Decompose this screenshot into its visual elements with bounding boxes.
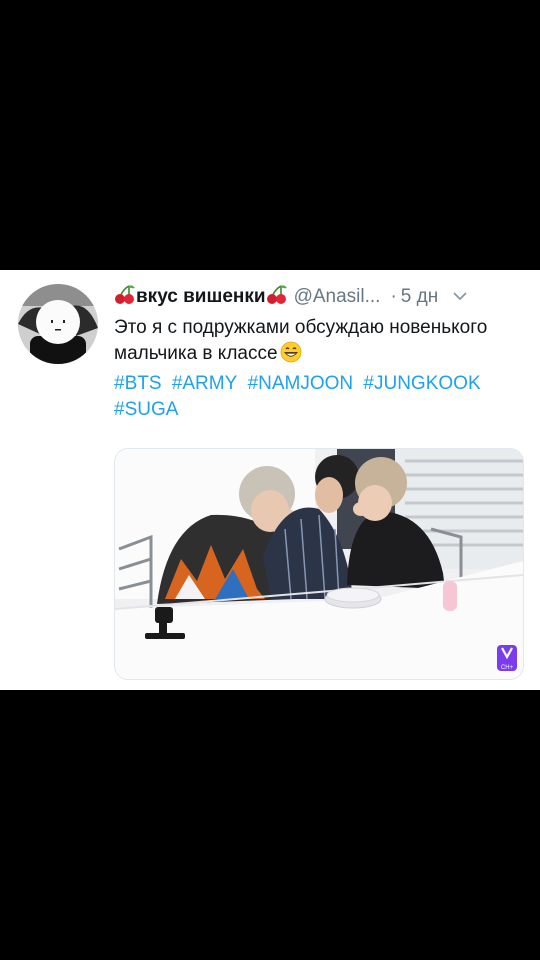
tweet-body: вкус вишенки @Anasil... · 5 дн Это я с п…	[114, 282, 526, 423]
cherry-emoji-icon	[114, 284, 136, 310]
avatar[interactable]	[18, 284, 98, 364]
hashtag-link[interactable]: #ARMY	[172, 373, 237, 394]
hashtag-link[interactable]: #JUNGKOOK	[363, 373, 480, 394]
tweet-media-photo[interactable]: CH+	[114, 448, 524, 680]
hashtag-link[interactable]: #SUGA	[114, 399, 178, 420]
cherry-emoji-icon	[266, 284, 288, 310]
timestamp[interactable]: 5 дн	[401, 286, 438, 308]
tweet-text: Это я с подружками обсуждаю новенького м…	[114, 315, 526, 371]
tweet-header: вкус вишенки @Anasil... · 5 дн	[114, 282, 526, 312]
vlive-label: CH+	[500, 665, 514, 671]
hashtag-link[interactable]: #BTS	[114, 373, 162, 394]
separator-dot: ·	[390, 286, 397, 307]
hashtag-link[interactable]: #NAMJOON	[248, 373, 354, 394]
tweet-card[interactable]: вкус вишенки @Anasil... · 5 дн Это я с п…	[0, 270, 540, 690]
hashtag-list: #BTS #ARMY #NAMJOON #JUNGKOOK #SUGA	[114, 371, 526, 423]
grin-emoji-icon	[280, 341, 302, 371]
chevron-down-icon[interactable]	[452, 288, 468, 306]
user-handle[interactable]: @Anasil...	[294, 286, 381, 308]
display-name[interactable]: вкус вишенки	[136, 286, 266, 308]
vlive-logo-icon: CH+	[497, 645, 517, 671]
